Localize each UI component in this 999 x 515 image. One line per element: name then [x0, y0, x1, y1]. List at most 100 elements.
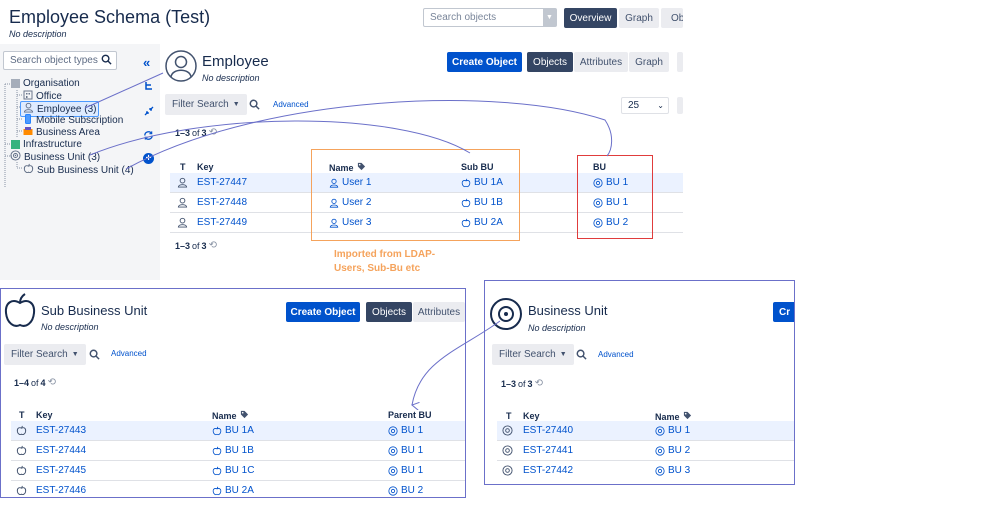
advanced-link[interactable]: Advanced	[273, 100, 309, 109]
col-header-name[interactable]: Name	[212, 410, 249, 421]
page-title: Employee Schema (Test)	[9, 7, 211, 27]
table-row[interactable]: EST-27443 BU 1A BU 1	[11, 421, 465, 441]
tab-objects-cut[interactable]: Ob	[661, 8, 683, 28]
tree-item-sub-business-unit[interactable]: Sub Business Unit (4)	[23, 163, 134, 177]
count-range: 1–3	[175, 127, 191, 138]
row-key[interactable]: EST-27441	[523, 445, 573, 456]
add-icon[interactable]: +	[143, 153, 154, 164]
row-key[interactable]: EST-27440	[523, 425, 573, 436]
table-row[interactable]: EST-27440 BU 1	[497, 421, 794, 441]
search-object-types-input[interactable]: Search object types	[3, 51, 117, 70]
row-key[interactable]: EST-27449	[197, 217, 247, 228]
employee-subtitle: No description	[202, 73, 260, 83]
tree-item-business-unit[interactable]: Business Unit (3)	[10, 150, 100, 164]
row-name[interactable]: BU 2A	[212, 485, 254, 496]
row-key[interactable]: EST-27446	[36, 485, 86, 496]
tab-graph[interactable]: Graph	[619, 8, 659, 28]
subbu-subtitle: No description	[41, 322, 99, 332]
extra-button-cut[interactable]	[677, 52, 683, 72]
tab-objects[interactable]: Objects	[366, 302, 412, 322]
table-row[interactable]: EST-27445 BU 1C BU 1	[11, 461, 465, 481]
collapse-icon[interactable]: «	[143, 55, 150, 70]
tab-attributes[interactable]: Attributes	[574, 52, 628, 72]
business-unit-panel: Business Unit No description Cr Filter S…	[484, 280, 795, 485]
row-parent-bu[interactable]: BU 1	[388, 445, 423, 456]
create-object-button[interactable]: Create Object	[447, 52, 522, 72]
tree-item-label: Infrastructure	[23, 139, 82, 150]
row-key[interactable]: EST-27443	[36, 425, 86, 436]
tree-item-organisation[interactable]: Organisation	[11, 78, 80, 89]
create-object-button[interactable]: Cr	[773, 302, 794, 322]
table-row[interactable]: EST-27444 BU 1B BU 1	[11, 441, 465, 461]
chevron-down-icon: ▼	[71, 351, 79, 358]
bu-title: Business Unit	[528, 303, 608, 318]
tab-attributes[interactable]: Attributes	[413, 302, 465, 322]
create-object-button[interactable]: Create Object	[286, 302, 360, 322]
row-parent-bu[interactable]: BU 1	[388, 465, 423, 476]
table-row[interactable]: EST-27446 BU 2A BU 2	[11, 481, 465, 501]
count-total: 3	[201, 127, 207, 138]
chevron-down-icon: ⌄	[657, 101, 664, 110]
imported-annotation-box	[311, 149, 520, 241]
row-name[interactable]: BU 1	[655, 425, 690, 436]
shrink-icon[interactable]	[144, 106, 154, 119]
refresh-icon[interactable]: ⟲	[48, 377, 56, 388]
search-icon[interactable]	[576, 349, 587, 363]
tab-graph[interactable]: Graph	[629, 52, 669, 72]
refresh-icon[interactable]: ⟲	[209, 240, 217, 251]
tree-item-label: Employee (3)	[37, 103, 97, 115]
col-header-key: Key	[36, 410, 53, 420]
advanced-link[interactable]: Advanced	[111, 349, 147, 358]
tree-item-business-area[interactable]: Business Area	[23, 126, 100, 139]
search-icon[interactable]	[249, 99, 260, 113]
row-parent-text: BU 2	[401, 485, 424, 496]
refresh-icon[interactable]	[143, 130, 154, 144]
tab-objects[interactable]: Objects	[527, 52, 573, 72]
tree-item-label: Business Unit (3)	[24, 151, 101, 163]
count-range: 1–3	[175, 240, 191, 251]
search-objects-input[interactable]: Search objects ▼	[423, 8, 557, 27]
count-of: of	[192, 240, 200, 251]
refresh-icon[interactable]: ⟲	[535, 378, 543, 389]
row-name-text: BU 1	[668, 425, 691, 436]
col-name-label: Name	[212, 410, 237, 421]
apple-large-icon	[3, 293, 37, 332]
row-key[interactable]: EST-27448	[197, 197, 247, 208]
tree-item-label: Mobile Subscription	[36, 115, 124, 126]
refresh-icon[interactable]: ⟲	[209, 127, 217, 138]
dropdown-arrow-icon[interactable]: ▼	[543, 9, 556, 26]
search-icon[interactable]	[89, 349, 100, 363]
advanced-link[interactable]: Advanced	[598, 350, 634, 359]
subbu-title: Sub Business Unit	[41, 303, 148, 318]
apple-icon	[16, 445, 27, 456]
hierarchy-icon[interactable]	[144, 81, 154, 94]
filter-search-button[interactable]: Filter Search ▼	[4, 344, 86, 365]
tree-item-infrastructure[interactable]: Infrastructure	[11, 139, 82, 150]
row-name[interactable]: BU 1A	[212, 425, 254, 436]
row-key[interactable]: EST-27444	[36, 445, 86, 456]
row-key[interactable]: EST-27442	[523, 465, 573, 476]
filter-search-button[interactable]: Filter Search ▼	[165, 94, 247, 115]
row-parent-bu[interactable]: BU 1	[388, 425, 423, 436]
imported-annotation-text: Imported from LDAP- Users, Sub-Bu etc	[334, 249, 436, 274]
filter-search-label: Filter Search	[499, 349, 556, 360]
extra-control-cut[interactable]	[677, 97, 683, 114]
tab-overview[interactable]: Overview	[564, 8, 617, 28]
count-of: of	[192, 127, 200, 138]
row-key[interactable]: EST-27445	[36, 465, 86, 476]
table-row[interactable]: EST-27441 BU 2	[497, 441, 794, 461]
row-name[interactable]: BU 1B	[212, 445, 254, 456]
bu-subtitle: No description	[528, 323, 586, 333]
row-name[interactable]: BU 1C	[212, 465, 254, 476]
page-size-select[interactable]: 25 ⌄	[621, 97, 669, 114]
table-row[interactable]: EST-27442 BU 3	[497, 461, 794, 481]
bu-annotation-box	[577, 155, 653, 239]
row-key[interactable]: EST-27447	[197, 177, 247, 188]
col-name-label: Name	[655, 411, 680, 422]
filter-search-button[interactable]: Filter Search ▼	[492, 344, 574, 365]
row-name[interactable]: BU 2	[655, 445, 690, 456]
row-parent-text: BU 1	[401, 425, 424, 436]
row-name[interactable]: BU 3	[655, 465, 690, 476]
row-parent-bu[interactable]: BU 2	[388, 485, 423, 496]
row-parent-text: BU 1	[401, 465, 424, 476]
